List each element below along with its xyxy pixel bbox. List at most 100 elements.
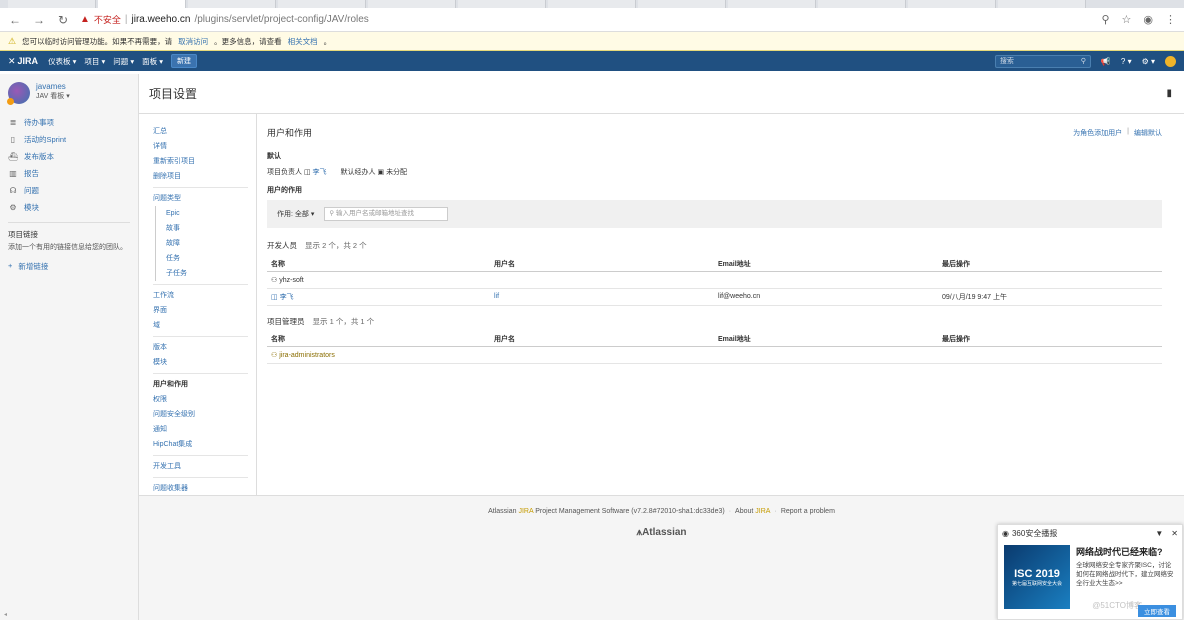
notifications-icon[interactable]: 📢 (1101, 57, 1111, 66)
admin-nav-permissions[interactable]: 权限 (153, 392, 256, 407)
popup-collapse-icon[interactable]: ▼ (1155, 529, 1163, 538)
member-username[interactable]: lif (490, 288, 714, 306)
admin-nav-components[interactable]: 模块 (153, 355, 256, 370)
report-problem-link[interactable]: Report a problem (781, 508, 835, 515)
sidebar-item-backlog[interactable]: ≣ 待办事项 (8, 114, 130, 131)
project-avatar[interactable] (7, 82, 30, 105)
docs-link[interactable]: 相关文档 (288, 36, 318, 47)
admin-nav-fields[interactable]: 域 (153, 318, 256, 333)
admin-nav-summary[interactable]: 汇总 (153, 124, 256, 139)
sidebar-item-components[interactable]: ⚙ 模块 (8, 199, 130, 216)
browser-tab[interactable] (998, 0, 1086, 8)
user-icon: ◫ (271, 293, 280, 301)
admin-nav-details[interactable]: 详情 (153, 139, 256, 154)
isc-banner-image[interactable]: ISC 2019 第七届互联网安全大会 (1004, 545, 1070, 609)
admin-nav-delete[interactable]: 删除项目 (153, 169, 256, 184)
url-field[interactable]: ▲ 不安全 | jira.weeho.cn/plugins/servlet/pr… (80, 11, 1091, 29)
project-header: javames JAV 看板 ▾ (7, 82, 130, 105)
edit-defaults-link[interactable]: 编辑默认 (1134, 128, 1162, 138)
browser-tab-active[interactable] (98, 0, 186, 8)
sidebar-collapse-icon[interactable]: ◂ (4, 611, 7, 618)
browser-tab[interactable] (548, 0, 636, 8)
browser-tab[interactable] (188, 0, 276, 8)
revoke-access-link[interactable]: 取消访问 (178, 36, 208, 47)
table-row: ⚇ jira-administrators (267, 346, 1162, 364)
nav-projects[interactable]: 项目 ▾ (84, 56, 105, 67)
about-jira-link[interactable]: About JIRA (735, 508, 770, 515)
col-name: 名称 (267, 332, 490, 347)
admin-nav-versions[interactable]: 版本 (153, 340, 256, 355)
browser-tab[interactable] (8, 0, 96, 8)
member-email (714, 271, 938, 289)
pin-icon[interactable]: ▮ (1166, 88, 1172, 99)
admin-nav-subtask[interactable]: 子任务 (166, 266, 256, 281)
search-icon: ⚲ (1080, 57, 1086, 65)
view-now-button[interactable]: 立即查看 (1138, 605, 1176, 617)
add-link-button[interactable]: + 新增链接 (8, 261, 130, 272)
admin-nav-workflows[interactable]: 工作流 (153, 288, 256, 303)
menu-kebab-icon[interactable]: ⋮ (1165, 13, 1176, 26)
sidebar-item-active-sprint[interactable]: ▯ 活动的Sprint (8, 131, 130, 148)
admin-nav-issue-collectors[interactable]: 问题收集器 (153, 481, 256, 496)
user-search-input[interactable]: ⚲ 输入用户名或邮箱地址查找 (324, 207, 449, 221)
admin-nav-screens[interactable]: 界面 (153, 303, 256, 318)
back-icon[interactable]: ← (8, 13, 22, 27)
nav-boards[interactable]: 面板 ▾ (142, 56, 163, 67)
browser-tab[interactable] (908, 0, 996, 8)
jira-nav: 仪表板 ▾ 项目 ▾ 问题 ▾ 面板 ▾ 新建 (48, 54, 197, 68)
browser-tab-strip (0, 0, 1184, 8)
jira-header: ✕ JIRA 仪表板 ▾ 项目 ▾ 问题 ▾ 面板 ▾ 新建 搜索 ⚲ 📢 ? ▾ … (0, 51, 1184, 71)
sidebar-item-releases[interactable]: ⛴ 发布版本 (8, 148, 130, 165)
project-board-selector[interactable]: JAV 看板 ▾ (36, 91, 70, 101)
admin-nav-issue-security[interactable]: 问题安全级别 (153, 407, 256, 422)
admin-nav-users-roles[interactable]: 用户和作用 (153, 377, 256, 392)
jira-logo[interactable]: ✕ JIRA (8, 56, 38, 67)
plus-icon: + (8, 261, 13, 270)
sidebar-item-issues[interactable]: ☊ 问题 (8, 182, 130, 199)
member-name[interactable]: ⚇ jira-administrators (267, 346, 490, 364)
browser-tab[interactable] (728, 0, 816, 8)
nav-issues[interactable]: 问题 ▾ (113, 56, 134, 67)
footer-jira-link[interactable]: JIRA (518, 508, 533, 515)
content-body: 汇总 详情 重新索引项目 删除项目 问题类型 Epic 故事 故障 任务 子任务… (139, 114, 1184, 495)
search-input[interactable]: 搜索 ⚲ (994, 54, 1091, 68)
add-users-to-role-link[interactable]: 为角色添加用户 (1073, 128, 1122, 138)
col-last-action: 最后操作 (938, 257, 1162, 272)
admin-nav-epic[interactable]: Epic (166, 206, 256, 221)
popup-close-icon[interactable]: ✕ (1171, 529, 1178, 538)
profile-icon[interactable]: ◉ (1143, 13, 1153, 26)
member-name[interactable]: ⚇ yhz-soft (267, 271, 490, 289)
admin-nav-reindex[interactable]: 重新索引项目 (153, 154, 256, 169)
project-name[interactable]: javames (36, 82, 70, 91)
bookmark-star-icon[interactable]: ☆ (1122, 13, 1132, 26)
help-icon[interactable]: ? ▾ (1121, 57, 1132, 66)
admin-nav-task[interactable]: 任务 (166, 251, 256, 266)
popup-headline[interactable]: 网络战时代已经来临? (1076, 545, 1176, 558)
admin-nav-issue-types[interactable]: 问题类型 (153, 191, 256, 206)
browser-tab[interactable] (278, 0, 366, 8)
admin-nav-story[interactable]: 故事 (166, 221, 256, 236)
project-lead-user[interactable]: 李飞 (313, 169, 327, 176)
create-button[interactable]: 新建 (171, 54, 197, 68)
browser-tab[interactable] (818, 0, 906, 8)
forward-icon[interactable]: → (32, 13, 46, 27)
admin-nav-bug[interactable]: 故障 (166, 236, 256, 251)
nav-dashboards[interactable]: 仪表板 ▾ (48, 56, 76, 67)
sidebar-item-reports[interactable]: ▥ 报告 (8, 165, 130, 182)
role-filter-dropdown[interactable]: 作用: 全部 ▾ (277, 209, 314, 219)
default-assignee: 默认经办人 ▣ 未分配 (340, 169, 408, 176)
browser-tab[interactable] (368, 0, 456, 8)
group-icon: ⚇ (271, 352, 280, 359)
member-name[interactable]: ◫ 李飞 (267, 288, 490, 306)
settings-gear-icon[interactable]: ⚙ ▾ (1142, 57, 1155, 66)
browser-tab[interactable] (458, 0, 546, 8)
backlog-icon: ≣ (9, 118, 17, 127)
browser-tab[interactable] (638, 0, 726, 8)
admin-nav-notifications[interactable]: 通知 (153, 422, 256, 437)
infobar-text-end: 。 (323, 36, 332, 46)
admin-nav-dev-tools[interactable]: 开发工具 (153, 459, 256, 474)
zoom-icon[interactable]: ⚲ (1101, 13, 1109, 26)
user-avatar[interactable] (1165, 55, 1176, 67)
admin-nav-hipchat[interactable]: HipChat集成 (153, 437, 256, 452)
reload-icon[interactable]: ↻ (56, 13, 70, 27)
